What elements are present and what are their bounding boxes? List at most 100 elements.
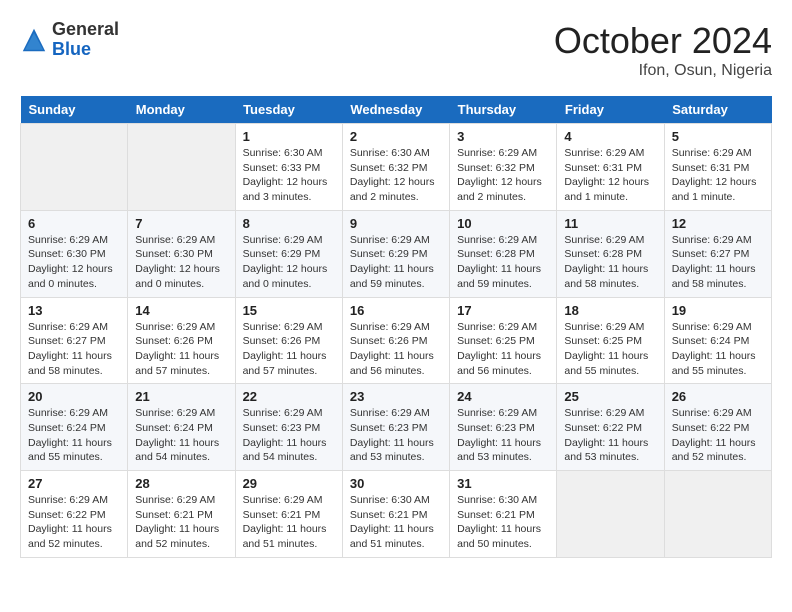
day-info: Sunrise: 6:29 AM Sunset: 6:24 PM Dayligh… [135, 406, 227, 465]
calendar-cell: 1 Sunrise: 6:30 AM Sunset: 6:33 PM Daylig… [235, 124, 342, 211]
day-number: 4 [564, 129, 656, 144]
month-title: October 2024 [554, 20, 772, 62]
day-number: 22 [243, 389, 335, 404]
week-row-3: 13 Sunrise: 6:29 AM Sunset: 6:27 PM Dayli… [21, 297, 772, 384]
page-header: General Blue October 2024 Ifon, Osun, Ni… [20, 20, 772, 80]
day-info: Sunrise: 6:29 AM Sunset: 6:26 PM Dayligh… [243, 320, 335, 379]
day-info: Sunrise: 6:30 AM Sunset: 6:21 PM Dayligh… [350, 493, 442, 552]
day-number: 18 [564, 303, 656, 318]
weekday-thursday: Thursday [450, 96, 557, 124]
day-number: 15 [243, 303, 335, 318]
calendar-cell: 18 Sunrise: 6:29 AM Sunset: 6:25 PM Dayli… [557, 297, 664, 384]
weekday-wednesday: Wednesday [342, 96, 449, 124]
day-number: 16 [350, 303, 442, 318]
day-number: 8 [243, 216, 335, 231]
weekday-sunday: Sunday [21, 96, 128, 124]
day-info: Sunrise: 6:29 AM Sunset: 6:30 PM Dayligh… [28, 233, 120, 292]
day-info: Sunrise: 6:29 AM Sunset: 6:31 PM Dayligh… [672, 146, 764, 205]
calendar-cell: 19 Sunrise: 6:29 AM Sunset: 6:24 PM Dayli… [664, 297, 771, 384]
calendar-cell: 5 Sunrise: 6:29 AM Sunset: 6:31 PM Daylig… [664, 124, 771, 211]
calendar-table: SundayMondayTuesdayWednesdayThursdayFrid… [20, 96, 772, 558]
calendar-cell: 11 Sunrise: 6:29 AM Sunset: 6:28 PM Dayli… [557, 210, 664, 297]
calendar-cell: 9 Sunrise: 6:29 AM Sunset: 6:29 PM Daylig… [342, 210, 449, 297]
day-number: 11 [564, 216, 656, 231]
day-number: 13 [28, 303, 120, 318]
calendar-cell: 15 Sunrise: 6:29 AM Sunset: 6:26 PM Dayli… [235, 297, 342, 384]
day-info: Sunrise: 6:29 AM Sunset: 6:23 PM Dayligh… [243, 406, 335, 465]
week-row-1: 1 Sunrise: 6:30 AM Sunset: 6:33 PM Daylig… [21, 124, 772, 211]
day-info: Sunrise: 6:30 AM Sunset: 6:21 PM Dayligh… [457, 493, 549, 552]
calendar-cell: 30Sunrise: 6:30 AM Sunset: 6:21 PM Dayli… [342, 471, 449, 558]
day-number: 17 [457, 303, 549, 318]
day-info: Sunrise: 6:29 AM Sunset: 6:27 PM Dayligh… [28, 320, 120, 379]
day-info: Sunrise: 6:29 AM Sunset: 6:27 PM Dayligh… [672, 233, 764, 292]
day-info: Sunrise: 6:29 AM Sunset: 6:26 PM Dayligh… [350, 320, 442, 379]
day-info: Sunrise: 6:29 AM Sunset: 6:22 PM Dayligh… [672, 406, 764, 465]
calendar-cell [664, 471, 771, 558]
day-info: Sunrise: 6:29 AM Sunset: 6:32 PM Dayligh… [457, 146, 549, 205]
logo-general-text: General [52, 20, 119, 40]
day-info: Sunrise: 6:29 AM Sunset: 6:26 PM Dayligh… [135, 320, 227, 379]
week-row-2: 6Sunrise: 6:29 AM Sunset: 6:30 PM Daylig… [21, 210, 772, 297]
day-info: Sunrise: 6:29 AM Sunset: 6:21 PM Dayligh… [243, 493, 335, 552]
day-number: 27 [28, 476, 120, 491]
calendar-cell [128, 124, 235, 211]
calendar-cell: 3Sunrise: 6:29 AM Sunset: 6:32 PM Daylig… [450, 124, 557, 211]
calendar-cell [21, 124, 128, 211]
calendar-body: 1 Sunrise: 6:30 AM Sunset: 6:33 PM Daylig… [21, 124, 772, 558]
day-number: 31 [457, 476, 549, 491]
calendar-cell: 13 Sunrise: 6:29 AM Sunset: 6:27 PM Dayli… [21, 297, 128, 384]
day-number: 28 [135, 476, 227, 491]
calendar-cell: 16 Sunrise: 6:29 AM Sunset: 6:26 PM Dayli… [342, 297, 449, 384]
weekday-monday: Monday [128, 96, 235, 124]
day-info: Sunrise: 6:29 AM Sunset: 6:25 PM Dayligh… [457, 320, 549, 379]
day-info: Sunrise: 6:29 AM Sunset: 6:30 PM Dayligh… [135, 233, 227, 292]
calendar-cell: 2 Sunrise: 6:30 AM Sunset: 6:32 PM Daylig… [342, 124, 449, 211]
day-number: 19 [672, 303, 764, 318]
day-number: 26 [672, 389, 764, 404]
calendar-cell: 6Sunrise: 6:29 AM Sunset: 6:30 PM Daylig… [21, 210, 128, 297]
day-info: Sunrise: 6:29 AM Sunset: 6:24 PM Dayligh… [28, 406, 120, 465]
calendar-cell: 22 Sunrise: 6:29 AM Sunset: 6:23 PM Dayli… [235, 384, 342, 471]
calendar-cell: 29 Sunrise: 6:29 AM Sunset: 6:21 PM Dayli… [235, 471, 342, 558]
calendar-cell: 23Sunrise: 6:29 AM Sunset: 6:23 PM Dayli… [342, 384, 449, 471]
logo-icon [20, 26, 48, 54]
day-number: 21 [135, 389, 227, 404]
calendar-cell: 7 Sunrise: 6:29 AM Sunset: 6:30 PM Daylig… [128, 210, 235, 297]
day-info: Sunrise: 6:29 AM Sunset: 6:28 PM Dayligh… [564, 233, 656, 292]
calendar-cell: 8Sunrise: 6:29 AM Sunset: 6:29 PM Daylig… [235, 210, 342, 297]
day-info: Sunrise: 6:29 AM Sunset: 6:21 PM Dayligh… [135, 493, 227, 552]
calendar-cell: 20 Sunrise: 6:29 AM Sunset: 6:24 PM Dayli… [21, 384, 128, 471]
logo: General Blue [20, 20, 119, 60]
week-row-4: 20 Sunrise: 6:29 AM Sunset: 6:24 PM Dayli… [21, 384, 772, 471]
day-number: 12 [672, 216, 764, 231]
day-info: Sunrise: 6:30 AM Sunset: 6:32 PM Dayligh… [350, 146, 442, 205]
day-number: 7 [135, 216, 227, 231]
day-number: 2 [350, 129, 442, 144]
day-number: 24 [457, 389, 549, 404]
calendar-cell: 21 Sunrise: 6:29 AM Sunset: 6:24 PM Dayli… [128, 384, 235, 471]
day-number: 5 [672, 129, 764, 144]
day-info: Sunrise: 6:29 AM Sunset: 6:29 PM Dayligh… [350, 233, 442, 292]
week-row-5: 27 Sunrise: 6:29 AM Sunset: 6:22 PM Dayli… [21, 471, 772, 558]
calendar-cell: 12 Sunrise: 6:29 AM Sunset: 6:27 PM Dayli… [664, 210, 771, 297]
location-title: Ifon, Osun, Nigeria [554, 62, 772, 80]
day-info: Sunrise: 6:29 AM Sunset: 6:22 PM Dayligh… [28, 493, 120, 552]
title-block: October 2024 Ifon, Osun, Nigeria [554, 20, 772, 80]
day-number: 10 [457, 216, 549, 231]
day-number: 1 [243, 129, 335, 144]
calendar-cell [557, 471, 664, 558]
day-number: 29 [243, 476, 335, 491]
calendar-cell: 17 Sunrise: 6:29 AM Sunset: 6:25 PM Dayli… [450, 297, 557, 384]
day-number: 20 [28, 389, 120, 404]
calendar-cell: 14Sunrise: 6:29 AM Sunset: 6:26 PM Dayli… [128, 297, 235, 384]
calendar-cell: 10Sunrise: 6:29 AM Sunset: 6:28 PM Dayli… [450, 210, 557, 297]
day-number: 9 [350, 216, 442, 231]
calendar-cell: 31 Sunrise: 6:30 AM Sunset: 6:21 PM Dayli… [450, 471, 557, 558]
day-info: Sunrise: 6:30 AM Sunset: 6:33 PM Dayligh… [243, 146, 335, 205]
calendar-cell: 26 Sunrise: 6:29 AM Sunset: 6:22 PM Dayli… [664, 384, 771, 471]
day-info: Sunrise: 6:29 AM Sunset: 6:24 PM Dayligh… [672, 320, 764, 379]
day-info: Sunrise: 6:29 AM Sunset: 6:25 PM Dayligh… [564, 320, 656, 379]
calendar-cell: 27 Sunrise: 6:29 AM Sunset: 6:22 PM Dayli… [21, 471, 128, 558]
day-number: 25 [564, 389, 656, 404]
